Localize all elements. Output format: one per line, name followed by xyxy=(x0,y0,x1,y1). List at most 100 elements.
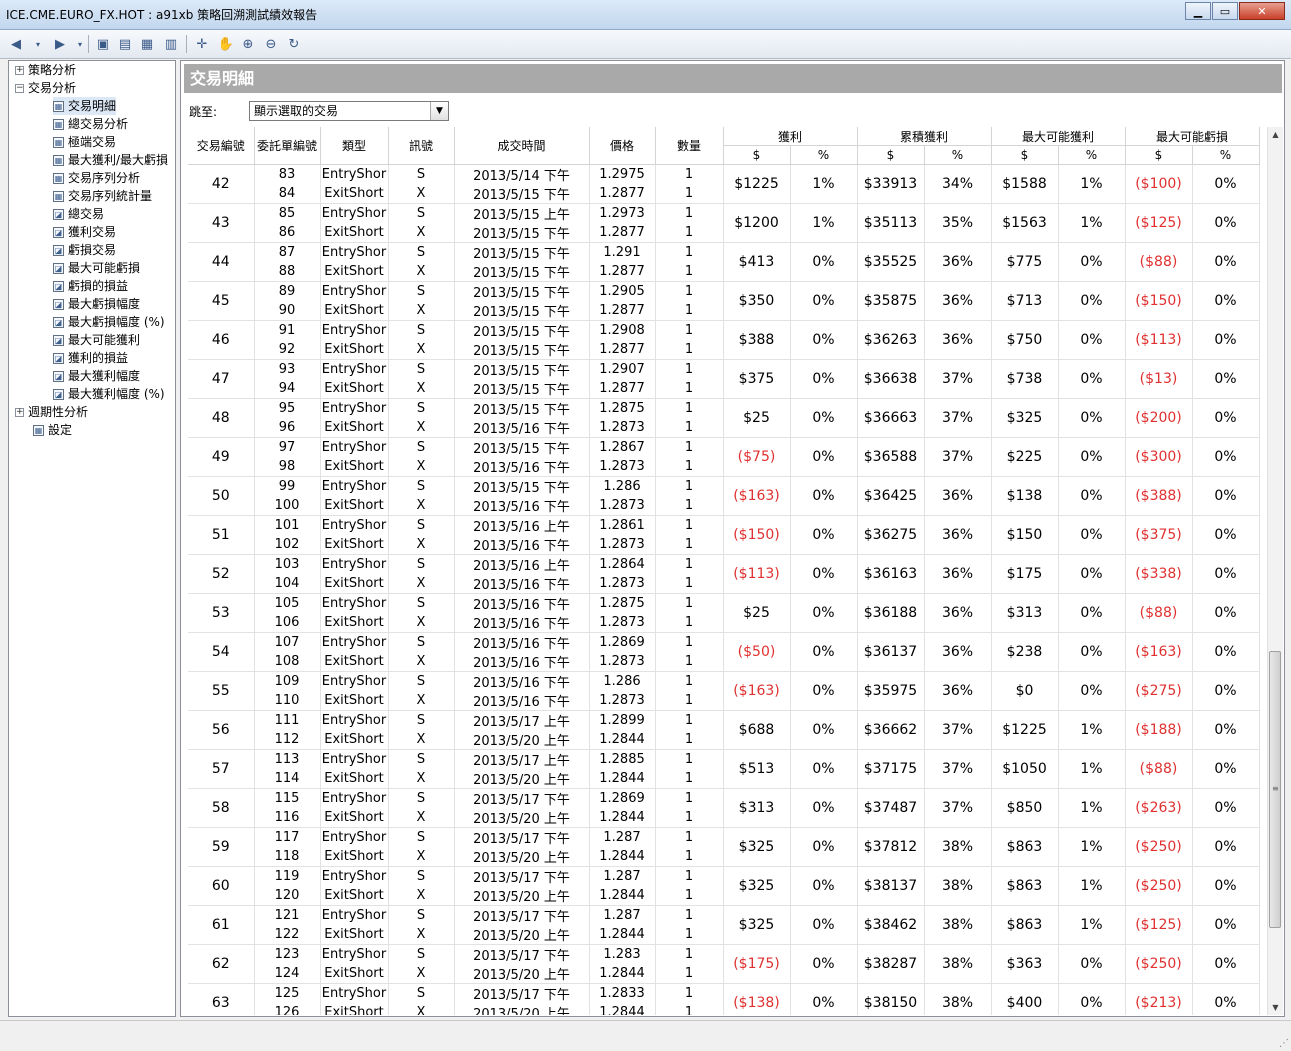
forward-icon[interactable]: ▶ xyxy=(52,36,68,52)
tree-item-9[interactable]: ◪ 最大可能虧損 xyxy=(53,259,140,277)
fill-qty: 1 xyxy=(655,905,724,925)
trade-type: EntryShor xyxy=(320,398,389,418)
cell-maxp-pct: 1% xyxy=(1058,164,1126,204)
chevron-down-icon[interactable]: ▼ xyxy=(430,102,448,120)
cell-cum-pct: 36% xyxy=(924,593,992,633)
table-row[interactable]: 47 93 EntryShor S 2013/5/15 下午 1.2907 1 $375 0% $… xyxy=(188,359,1260,399)
zoom-out-icon[interactable]: ⊖ xyxy=(263,36,279,52)
back-icon[interactable]: ◀ xyxy=(8,36,24,52)
table-row[interactable]: 54 107 EntryShor S 2013/5/16 下午 1.2869 1 ($50) 0… xyxy=(188,632,1260,672)
tree-group-periodic[interactable]: + 週期性分析 xyxy=(15,403,88,421)
scroll-thumb[interactable]: ≡ xyxy=(1269,651,1281,928)
forward-dropdown-icon[interactable]: ▾ xyxy=(72,36,88,52)
order-number: 87 xyxy=(254,242,321,262)
fill-qty: 1 xyxy=(655,983,724,1003)
order-number: 95 xyxy=(254,398,321,418)
refresh-icon[interactable]: ↻ xyxy=(286,36,302,52)
fill-time: 2013/5/15 下午 xyxy=(454,223,590,243)
table-row[interactable]: 53 105 EntryShor S 2013/5/16 下午 1.2875 1 $25 0% $… xyxy=(188,593,1260,633)
tree-item-15[interactable]: ◪ 最大獲利幅度 xyxy=(53,367,140,385)
tree-item-0[interactable]: ▦ 交易明細 xyxy=(53,97,117,115)
cell-maxl: ($338) xyxy=(1125,554,1193,594)
tree-item-13[interactable]: ◪ 最大可能獲利 xyxy=(53,331,140,349)
scroll-up-icon[interactable]: ▲ xyxy=(1268,127,1283,142)
hand-icon[interactable]: ✋ xyxy=(218,36,234,52)
table-row[interactable]: 62 123 EntryShor S 2013/5/17 下午 1.283 1 ($175) 0… xyxy=(188,944,1260,984)
back-dropdown-icon[interactable]: ▾ xyxy=(30,36,46,52)
table-row[interactable]: 56 111 EntryShor S 2013/5/17 上午 1.2899 1 $688 0%… xyxy=(188,710,1260,750)
trade-type: ExitShort xyxy=(320,925,389,945)
cell-profit: $25 xyxy=(723,593,791,633)
trade-signal: S xyxy=(388,437,455,457)
tree-group-strategy[interactable]: + 策略分析 xyxy=(15,61,76,79)
section-header: 交易明細 xyxy=(184,64,1282,93)
zoom-in-icon[interactable]: ⊕ xyxy=(240,36,256,52)
tree-item-1[interactable]: ▦ 總交易分析 xyxy=(53,115,128,133)
tree-item-6[interactable]: ◪ 總交易 xyxy=(53,205,104,223)
tree-item-10[interactable]: ◪ 虧損的損益 xyxy=(53,277,128,295)
table-row[interactable]: 43 85 EntryShor S 2013/5/15 上午 1.2973 1 $1200 1%… xyxy=(188,203,1260,243)
cell-profit: $413 xyxy=(723,242,791,282)
tree-label: 交易分析 xyxy=(28,81,77,95)
order-number: 99 xyxy=(254,476,321,496)
close-button[interactable]: ✕ xyxy=(1239,2,1285,20)
vertical-scrollbar[interactable]: ▲ ≡ ▼ xyxy=(1267,127,1283,1015)
table-row[interactable]: 58 115 EntryShor S 2013/5/17 下午 1.2869 1 $313 0%… xyxy=(188,788,1260,828)
table-row[interactable]: 55 109 EntryShor S 2013/5/16 下午 1.286 1 ($163) 0… xyxy=(188,671,1260,711)
tree-item-3[interactable]: ▦ 最大獲利/最大虧損 xyxy=(53,151,168,169)
table-row[interactable]: 49 97 EntryShor S 2013/5/15 下午 1.2867 1 ($75) 0%… xyxy=(188,437,1260,477)
tree-item-4[interactable]: ▦ 交易序列分析 xyxy=(53,169,140,187)
table-row[interactable]: 45 89 EntryShor S 2013/5/15 下午 1.2905 1 $350 0% $… xyxy=(188,281,1260,321)
page-setup-icon[interactable]: ▤ xyxy=(117,36,133,52)
tree-group-trade-analysis[interactable]: − 交易分析 xyxy=(15,79,76,97)
export-icon[interactable]: ▥ xyxy=(163,36,179,52)
print-icon[interactable]: ▦ xyxy=(139,36,155,52)
minimize-button[interactable]: ▁ xyxy=(1185,2,1211,20)
resize-grip-icon[interactable]: ⋰ xyxy=(1279,1038,1289,1049)
table-row[interactable]: 46 91 EntryShor S 2013/5/15 下午 1.2908 1 $388 0% $… xyxy=(188,320,1260,360)
maximize-button[interactable]: ▭ xyxy=(1212,2,1238,20)
tree-item-12[interactable]: ◪ 最大虧損幅度 (%) xyxy=(53,313,165,331)
collapse-icon[interactable]: − xyxy=(15,83,24,93)
col-cum-dollar: $ xyxy=(857,145,925,165)
tree-item-5[interactable]: ▦ 交易序列統計量 xyxy=(53,187,152,205)
cell-cum-pct: 38% xyxy=(924,905,992,945)
tree-item-16[interactable]: ◪ 最大獲利幅度 (%) xyxy=(53,385,165,403)
table-row[interactable]: 63 125 EntryShor S 2013/5/17 下午 1.2833 1 ($138)… xyxy=(188,983,1260,1015)
tree-item-14[interactable]: ◪ 獲利的損益 xyxy=(53,349,128,367)
cell-profit: $688 xyxy=(723,710,791,750)
scroll-down-icon[interactable]: ▼ xyxy=(1268,1000,1283,1015)
table-row[interactable]: 52 103 EntryShor S 2013/5/16 上午 1.2864 1 ($113)… xyxy=(188,554,1260,594)
col-maxl-dollar: $ xyxy=(1125,145,1193,165)
jump-select[interactable]: 顯示選取的交易 ▼ xyxy=(249,101,449,121)
table-row[interactable]: 57 113 EntryShor S 2013/5/17 上午 1.2885 1 $513 0%… xyxy=(188,749,1260,789)
cell-profit-pct: 0% xyxy=(790,827,858,867)
order-number: 88 xyxy=(254,262,321,282)
cell-profit-pct: 0% xyxy=(790,437,858,477)
table-row[interactable]: 51 101 EntryShor S 2013/5/16 上午 1.2861 1 ($150)… xyxy=(188,515,1260,555)
expand-icon[interactable]: + xyxy=(15,65,24,75)
table-row[interactable]: 59 117 EntryShor S 2013/5/17 下午 1.287 1 $325 0% $… xyxy=(188,827,1260,867)
table-row[interactable]: 48 95 EntryShor S 2013/5/15 下午 1.2875 1 $25 0% $3… xyxy=(188,398,1260,438)
tree-item-2[interactable]: ▦ 極端交易 xyxy=(53,133,116,151)
table-row[interactable]: 42 83 EntryShor S 2013/5/14 下午 1.2975 1 $1225 1%… xyxy=(188,164,1260,204)
save-icon[interactable]: ▣ xyxy=(95,36,111,52)
table-row[interactable]: 60 119 EntryShor S 2013/5/17 下午 1.287 1 $325 0% $… xyxy=(188,866,1260,906)
table-row[interactable]: 50 99 EntryShor S 2013/5/15 下午 1.286 1 ($163) 0%… xyxy=(188,476,1260,516)
fill-qty: 1 xyxy=(655,301,724,321)
fill-time: 2013/5/16 下午 xyxy=(454,457,590,477)
tree-label: 虧損的損益 xyxy=(68,279,129,293)
order-number: 98 xyxy=(254,457,321,477)
trade-number: 46 xyxy=(188,320,255,360)
cell-profit-pct: 0% xyxy=(790,281,858,321)
crosshair-icon[interactable]: ✛ xyxy=(194,36,210,52)
tree-item-11[interactable]: ◪ 最大虧損幅度 xyxy=(53,295,140,313)
cell-maxp: $775 xyxy=(991,242,1059,282)
tree-item-7[interactable]: ◪ 獲利交易 xyxy=(53,223,116,241)
tree-item-8[interactable]: ◪ 虧損交易 xyxy=(53,241,116,259)
expand-icon[interactable]: + xyxy=(15,407,24,417)
col-signal: 訊號 xyxy=(388,127,455,165)
table-row[interactable]: 61 121 EntryShor S 2013/5/17 下午 1.287 1 $325 0% $… xyxy=(188,905,1260,945)
tree-item-settings[interactable]: ▦ 設定 xyxy=(33,421,72,439)
table-row[interactable]: 44 87 EntryShor S 2013/5/15 下午 1.291 1 $413 0% $3… xyxy=(188,242,1260,282)
